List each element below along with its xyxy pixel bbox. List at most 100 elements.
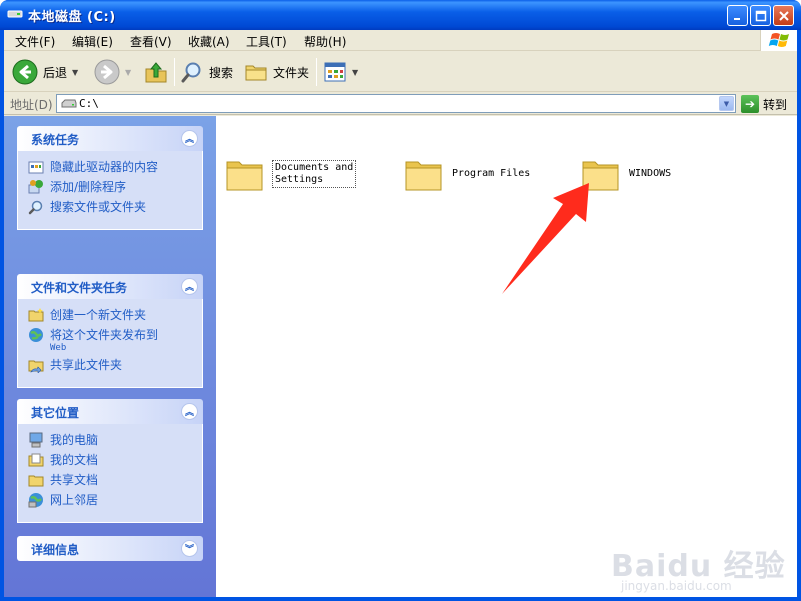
address-dropdown-icon[interactable]: ▼ bbox=[719, 96, 734, 111]
other-places-panel: 其它位置 ︽ 我的电脑 我的文档 共享文档 网上邻居 bbox=[17, 399, 203, 523]
forward-arrow-icon bbox=[94, 59, 120, 85]
search-label: 搜索 bbox=[209, 65, 234, 80]
panel-title: 详细信息 bbox=[31, 543, 80, 557]
panel-title: 其它位置 bbox=[31, 406, 80, 420]
task-share-folder[interactable]: 共享此文件夹 bbox=[28, 357, 202, 373]
search-icon bbox=[28, 200, 43, 215]
toolbar-separator bbox=[316, 58, 317, 86]
menu-view[interactable]: 查看(V) bbox=[130, 33, 172, 50]
task-label: 隐藏此驱动器的内容 bbox=[50, 160, 159, 174]
collapse-icon[interactable]: ︽ bbox=[181, 278, 198, 295]
other-places-header[interactable]: 其它位置 ︽ bbox=[17, 399, 203, 424]
search-icon bbox=[181, 62, 201, 83]
address-value: C:\ bbox=[79, 97, 99, 110]
my-computer-icon bbox=[29, 432, 43, 448]
place-my-documents[interactable]: 我的文档 bbox=[28, 452, 202, 468]
hide-contents-icon bbox=[28, 161, 44, 174]
up-folder-icon bbox=[145, 62, 167, 83]
menu-bar: 文件(F) 编辑(E) 查看(V) 收藏(A) 工具(T) 帮助(H) bbox=[4, 30, 797, 51]
place-my-computer[interactable]: 我的电脑 bbox=[28, 432, 202, 448]
details-panel: 详细信息 ︾ bbox=[17, 536, 203, 561]
folders-icon bbox=[245, 65, 267, 81]
maximize-button[interactable] bbox=[750, 5, 771, 26]
drive-icon bbox=[7, 10, 23, 18]
my-documents-icon bbox=[28, 453, 44, 467]
task-label-sub: Web bbox=[50, 343, 67, 353]
shared-documents-icon bbox=[28, 475, 44, 487]
up-button[interactable] bbox=[143, 57, 169, 87]
folders-label: 文件夹 bbox=[273, 65, 310, 80]
share-folder-icon bbox=[28, 360, 44, 373]
address-bar: 地址(D) C:\ ▼ ➔ 转到 bbox=[4, 93, 797, 115]
annotation-arrow bbox=[502, 183, 589, 294]
task-label: 添加/删除程序 bbox=[50, 180, 127, 194]
panel-title: 文件和文件夹任务 bbox=[31, 281, 128, 295]
title-bar[interactable]: 本地磁盘 (C:) bbox=[0, 0, 801, 30]
address-input[interactable]: C:\ ▼ bbox=[56, 94, 736, 113]
minimize-button[interactable] bbox=[727, 5, 748, 26]
menu-file[interactable]: 文件(F) bbox=[15, 33, 55, 50]
task-label: 共享此文件夹 bbox=[50, 358, 123, 372]
baidu-watermark: Baidu 经验 jingyan.baidu.com bbox=[611, 541, 791, 597]
system-tasks-body: 隐藏此驱动器的内容 添加/删除程序 搜索文件或文件夹 bbox=[17, 151, 203, 230]
task-label: 共享文档 bbox=[50, 473, 99, 487]
system-tasks-header[interactable]: 系统任务 ︽ bbox=[17, 126, 203, 151]
forward-dropdown-icon[interactable]: ▼ bbox=[125, 68, 131, 77]
window-client: 文件(F) 编辑(E) 查看(V) 收藏(A) 工具(T) 帮助(H) 后退 ▼… bbox=[4, 30, 797, 597]
collapse-icon[interactable]: ︽ bbox=[181, 130, 198, 147]
new-folder-icon bbox=[28, 308, 44, 322]
file-folder-tasks-header[interactable]: 文件和文件夹任务 ︽ bbox=[17, 274, 203, 299]
toolbar-separator bbox=[174, 58, 175, 86]
expand-icon[interactable]: ︾ bbox=[181, 540, 198, 557]
menu-tools[interactable]: 工具(T) bbox=[246, 33, 287, 50]
views-button[interactable]: ▼ bbox=[323, 57, 358, 87]
search-button[interactable]: 搜索 bbox=[180, 57, 233, 87]
place-shared-documents[interactable]: 共享文档 bbox=[28, 472, 202, 488]
file-folder-tasks-panel: 文件和文件夹任务 ︽ 创建一个新文件夹 将这个文件夹发布到 Web 共享此文件夹 bbox=[17, 274, 203, 388]
go-label: 转到 bbox=[763, 97, 788, 112]
panel-title: 系统任务 bbox=[31, 133, 80, 147]
network-places-icon bbox=[28, 493, 43, 508]
system-tasks-panel: 系统任务 ︽ 隐藏此驱动器的内容 添加/删除程序 搜索文件或文件夹 bbox=[17, 126, 203, 230]
details-header[interactable]: 详细信息 ︾ bbox=[17, 536, 203, 561]
task-label-main: 将这个文件夹发布到 bbox=[50, 328, 159, 342]
file-folder-tasks-body: 创建一个新文件夹 将这个文件夹发布到 Web 共享此文件夹 bbox=[17, 299, 203, 388]
toolbar: 后退 ▼ ▼ 搜索 文件夹 ▼ bbox=[4, 52, 797, 92]
watermark-sub: jingyan.baidu.com bbox=[621, 579, 732, 593]
menu-help[interactable]: 帮助(H) bbox=[304, 33, 346, 50]
back-arrow-icon bbox=[12, 59, 38, 85]
explorer-window: 本地磁盘 (C:) 文件(F) 编辑(E) 查看(V) 收藏(A) 工具(T) … bbox=[0, 0, 801, 601]
add-remove-programs-icon bbox=[28, 180, 43, 194]
folders-button[interactable]: 文件夹 bbox=[244, 57, 309, 87]
collapse-icon[interactable]: ︽ bbox=[181, 403, 198, 420]
task-pane: 系统任务 ︽ 隐藏此驱动器的内容 添加/删除程序 搜索文件或文件夹 文件和文件夹… bbox=[4, 116, 216, 597]
task-label: 将这个文件夹发布到 Web bbox=[50, 327, 158, 353]
task-add-remove-programs[interactable]: 添加/删除程序 bbox=[28, 179, 202, 195]
drive-icon bbox=[61, 99, 77, 108]
publish-web-icon bbox=[29, 328, 43, 342]
task-label: 创建一个新文件夹 bbox=[50, 308, 147, 322]
task-hide-drive-contents[interactable]: 隐藏此驱动器的内容 bbox=[28, 159, 202, 175]
task-label: 我的电脑 bbox=[50, 433, 99, 447]
task-search-files[interactable]: 搜索文件或文件夹 bbox=[28, 199, 202, 215]
views-icon bbox=[324, 62, 346, 82]
close-button[interactable] bbox=[773, 5, 794, 26]
task-new-folder[interactable]: 创建一个新文件夹 bbox=[28, 307, 202, 323]
task-label: 网上邻居 bbox=[50, 493, 99, 507]
menu-favorites[interactable]: 收藏(A) bbox=[188, 33, 230, 50]
forward-button[interactable]: ▼ bbox=[94, 57, 131, 87]
file-list-area[interactable]: Documents and Settings Program Files WIN… bbox=[216, 116, 797, 597]
place-network-places[interactable]: 网上邻居 bbox=[28, 492, 202, 508]
window-title: 本地磁盘 (C:) bbox=[28, 10, 116, 25]
windows-logo-icon bbox=[760, 30, 797, 51]
back-dropdown-icon[interactable]: ▼ bbox=[72, 68, 78, 77]
back-label: 后退 bbox=[43, 65, 68, 80]
address-label: 地址(D) bbox=[10, 98, 53, 112]
go-button[interactable]: ➔ 转到 bbox=[741, 94, 787, 114]
task-publish-web[interactable]: 将这个文件夹发布到 Web bbox=[28, 327, 202, 353]
menu-edit[interactable]: 编辑(E) bbox=[72, 33, 113, 50]
views-dropdown-icon[interactable]: ▼ bbox=[352, 68, 358, 77]
task-label: 我的文档 bbox=[50, 453, 99, 467]
go-arrow-icon: ➔ bbox=[741, 95, 759, 113]
back-button[interactable]: 后退 ▼ bbox=[12, 57, 78, 87]
